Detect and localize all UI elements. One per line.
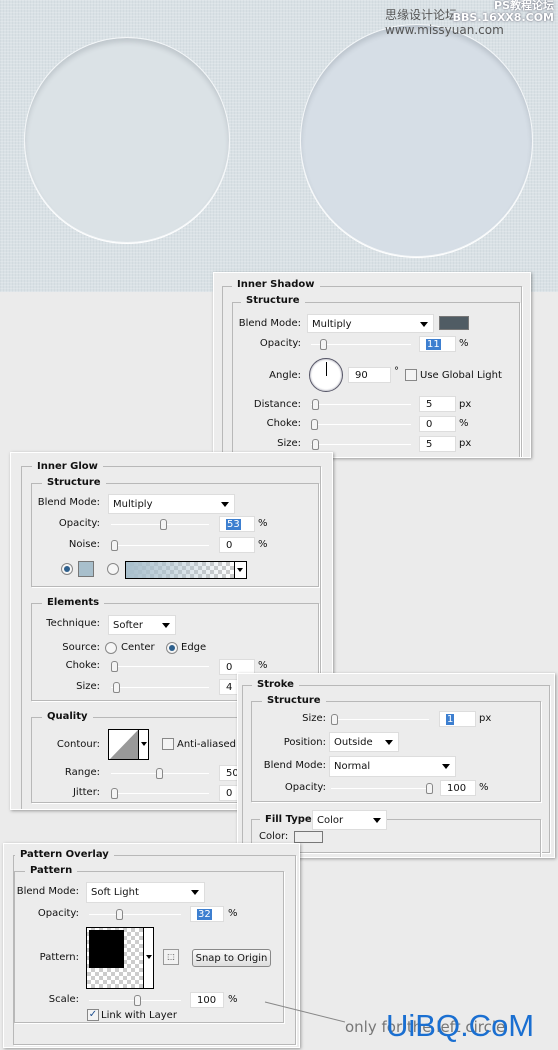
annotation-line: [264, 1001, 346, 1023]
watermark-logo: UiBQ.CoM: [386, 1008, 535, 1043]
